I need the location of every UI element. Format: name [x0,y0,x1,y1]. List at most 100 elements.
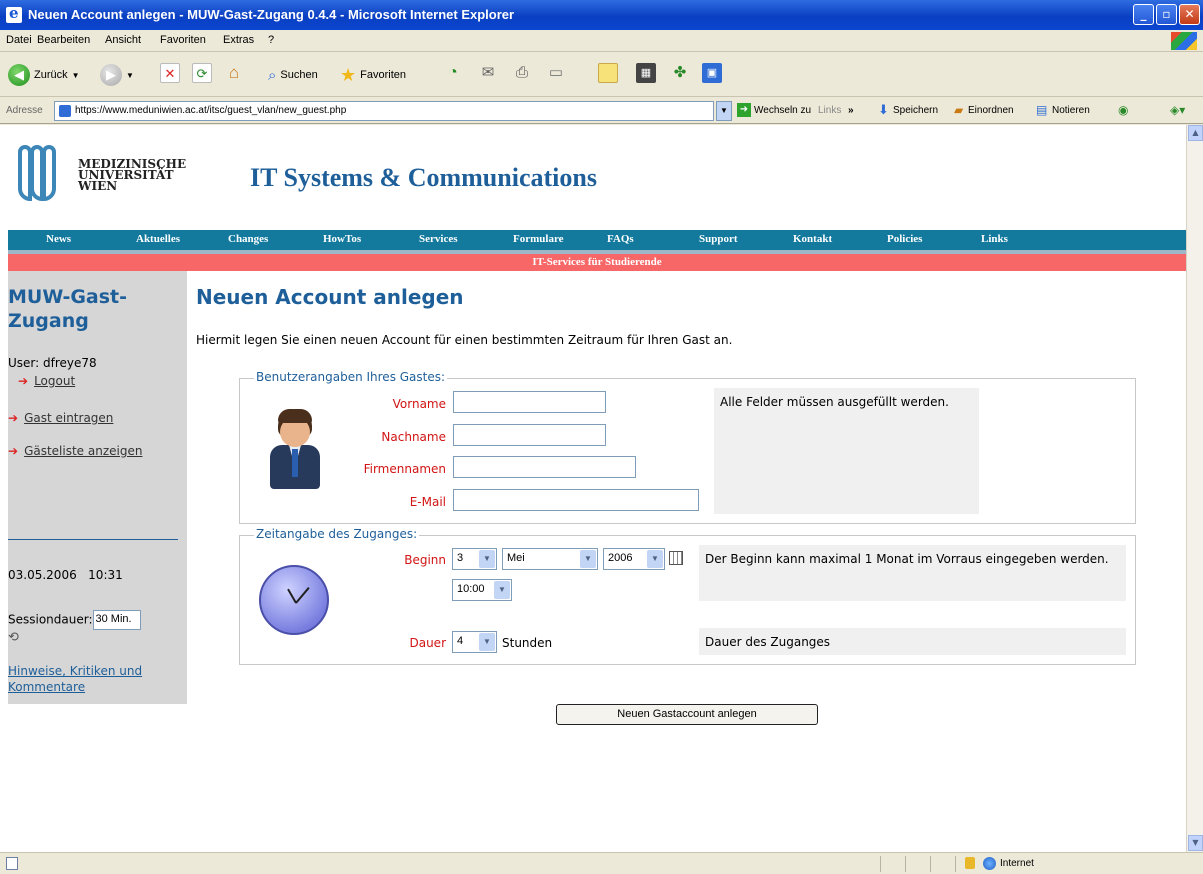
calendar-icon[interactable] [669,551,683,565]
minimize-button[interactable]: _ [1133,4,1154,25]
duration-info: Dauer des Zuganges [699,628,1126,655]
nav-news[interactable]: News [46,233,71,245]
window-title: Neuen Account anlegen - MUW-Gast-Zugang … [28,7,515,22]
favorites-button[interactable]: ★ Favoriten [340,63,406,87]
page-icon [59,105,71,117]
nav-kontakt[interactable]: Kontakt [793,233,832,245]
begin-label: Beginn [404,553,446,567]
save-link[interactable]: Speichern [893,105,938,116]
page-viewport: MEDIZINISCHE UNIVERSITÄT WIEN IT Systems… [0,125,1186,852]
nav-support[interactable]: Support [699,233,738,245]
nav-links[interactable]: Links [981,233,1008,245]
sidebar-item-gaesteliste[interactable]: ➔ Gästeliste anzeigen [8,444,142,458]
go-button[interactable]: Wechseln zu [754,105,811,116]
refresh-icon[interactable]: ⟲ [8,630,19,645]
last-name-input[interactable] [453,424,606,446]
chevron-right-icon[interactable]: » [848,105,854,116]
nav-aktuelles[interactable]: Aktuelles [136,233,180,245]
nav-howtos[interactable]: HowTos [323,233,361,245]
status-bar: Internet [0,852,1203,874]
forward-button[interactable]: ▶ ▼ [100,63,134,87]
search-icon: ⌕ [268,66,277,84]
home-icon[interactable]: ⌂ [224,63,244,83]
begin-year-value: 2006 [608,552,633,564]
vertical-scrollbar[interactable]: ▲ ▼ [1186,125,1203,852]
nav-faqs[interactable]: FAQs [607,233,634,245]
menu-ansicht[interactable]: Ansicht [105,34,141,46]
scroll-down-icon[interactable]: ▼ [1188,835,1203,851]
begin-month-select[interactable]: Mei ▼ [502,548,598,570]
windows-logo-icon [1171,32,1197,50]
media-icon[interactable]: ▣ [702,63,722,83]
url-input[interactable]: https://www.meduniwien.ac.at/itsc/guest_… [54,101,714,121]
chevron-down-icon: ▼ [647,550,663,568]
menu-bearbeiten[interactable]: Bearbeiten [37,34,90,46]
links-label[interactable]: Links [818,105,841,116]
begin-day-value: 3 [457,552,464,564]
begin-month-value: Mei [507,552,525,564]
create-guest-account-button[interactable]: Neuen Gastaccount anlegen [556,704,818,725]
stop-icon[interactable]: ✕ [160,63,180,83]
session-duration-field[interactable]: 30 Min. [92,610,141,630]
duration-select[interactable]: 4 ▼ [452,631,497,653]
current-user: User: dfreye78 [8,356,97,370]
sidebar-item-gast-eintragen[interactable]: ➔ Gast eintragen [8,411,113,425]
chevron-down-icon: ▼ [479,550,495,568]
internet-zone-icon [983,857,996,870]
back-button[interactable]: ◀ Zurück ▼ [8,63,80,87]
current-date: 03.05.2006 [8,568,77,582]
go-arrow-icon[interactable]: ➜ [737,103,751,117]
page-status-icon [6,857,18,870]
nav-policies[interactable]: Policies [887,233,922,245]
nav-services[interactable]: Services [419,233,457,245]
chevron-down-icon: ▼ [580,550,596,568]
company-input[interactable] [453,456,636,478]
refresh-icon[interactable]: ⟳ [192,63,212,83]
arrow-right-icon: ➔ [18,374,29,388]
close-button[interactable]: ✕ [1179,4,1200,25]
duration-label: Dauer [409,636,446,650]
scroll-up-icon[interactable]: ▲ [1188,125,1203,141]
first-name-input[interactable] [453,391,606,413]
logout-link[interactable]: ➔ Logout [18,374,75,388]
menu-help[interactable]: ? [268,34,274,46]
edit-icon[interactable]: ▭ [546,63,566,83]
notes-icon[interactable] [598,63,618,83]
nav-changes[interactable]: Changes [228,233,268,245]
subnav-studierende[interactable]: IT-Services für Studierende [8,254,1186,271]
toolbar-extra-icon[interactable]: ◉ [1118,103,1128,117]
organize-link[interactable]: Einordnen [968,105,1014,116]
messenger-icon[interactable]: ▦ [636,63,656,83]
logo-line-3: WIEN [78,179,118,193]
feedback-link[interactable]: Hinweise, Kritiken und Kommentare [8,663,180,695]
history-icon[interactable]: ◔ [443,63,463,83]
note-icon: ▤ [1036,103,1048,117]
address-label: Adresse [6,105,43,116]
print-icon[interactable]: ⎙ [512,63,532,83]
search-label: Suchen [280,69,318,81]
menu-favoriten[interactable]: Favoriten [160,34,206,46]
toolbar-options-icon[interactable]: ◈▾ [1170,103,1185,117]
browser-toolbar: ◀ Zurück ▼ ▶ ▼ ✕ ⟳ ⌂ ⌕ Suchen ★ Favorite… [0,53,1203,97]
nav-formulare[interactable]: Formulare [513,233,564,245]
search-button[interactable]: ⌕ Suchen [268,63,318,87]
duration-value: 4 [457,635,464,647]
menu-datei[interactable]: Datei [6,34,32,46]
current-time: 10:31 [88,568,123,582]
email-input[interactable] [453,489,699,511]
begin-info: Der Beginn kann maximal 1 Monat im Vorra… [699,545,1126,601]
muw-logo-icon [18,145,68,201]
begin-day-select[interactable]: 3 ▼ [452,548,497,570]
maximize-button[interactable]: ▫ [1156,4,1177,25]
research-icon[interactable]: ✤ [670,63,690,83]
lock-icon [965,857,975,869]
begin-time-select[interactable]: 10:00 ▼ [452,579,512,601]
chevron-down-icon: ▼ [479,633,495,651]
mail-icon[interactable]: ✉ [478,63,498,83]
site-title: IT Systems & Communications [250,163,597,192]
begin-year-select[interactable]: 2006 ▼ [603,548,665,570]
menu-extras[interactable]: Extras [223,34,254,46]
notes-link[interactable]: Notieren [1052,105,1090,116]
first-name-label: Vorname [392,397,446,411]
chevron-down-icon[interactable]: ▼ [716,101,732,121]
